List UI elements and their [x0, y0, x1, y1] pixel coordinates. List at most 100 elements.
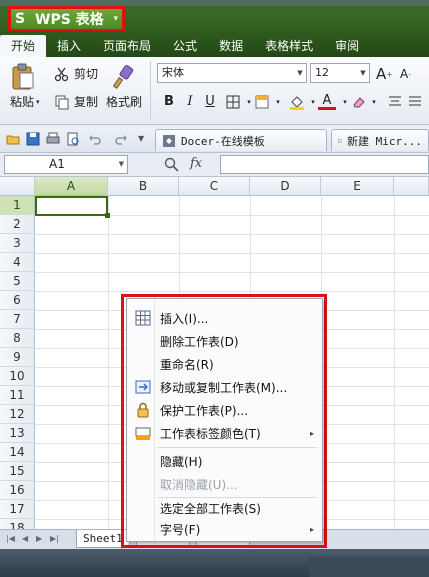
italic-button[interactable]: I — [181, 93, 199, 111]
tab-home[interactable]: 开始 — [0, 35, 47, 57]
column-header-a[interactable]: A — [35, 177, 108, 196]
quick-toolbar-dropdown-icon[interactable]: ▼ — [138, 134, 144, 143]
next-sheet-button[interactable]: ▶ — [36, 534, 42, 543]
column-header-next[interactable] — [394, 177, 429, 196]
row-header[interactable]: 18 — [0, 519, 35, 529]
docer-icon — [163, 134, 175, 147]
submenu-arrow-icon: ▸ — [309, 524, 314, 534]
open-folder-icon[interactable] — [6, 132, 20, 146]
row-header[interactable]: 3 — [0, 234, 35, 253]
menu-item-tab-color[interactable]: 工作表标签颜色(T) ▸ — [127, 422, 322, 444]
name-box[interactable]: A1 ▼ — [4, 155, 128, 174]
tab-formulas[interactable]: 公式 — [162, 35, 208, 57]
ribbon-separator — [150, 61, 151, 119]
tab-data[interactable]: 数据 — [208, 35, 254, 57]
clear-format-dropdown-icon[interactable]: ▾ — [365, 93, 383, 111]
row-header[interactable]: 7 — [0, 310, 35, 329]
row-header[interactable]: 1 — [0, 196, 35, 215]
paste-label-button[interactable]: 粘贴 ▾ — [10, 93, 40, 110]
menu-item-label: 字号(F) — [160, 522, 201, 537]
font-size-select[interactable]: 12 ▼ — [310, 63, 370, 83]
menu-item-label: 工作表标签颜色(T) — [160, 426, 261, 441]
cut-button[interactable]: 剪切 — [54, 65, 98, 82]
grid-line — [394, 196, 395, 529]
row-header[interactable]: 9 — [0, 348, 35, 367]
last-sheet-button[interactable]: ▶| — [50, 534, 59, 543]
cut-label: 剪切 — [74, 67, 99, 81]
font-name-select[interactable]: 宋体 ▼ — [157, 63, 307, 83]
doc-tab-new-workbook[interactable]: x 新建 Micr... — [331, 129, 429, 151]
tab-color-icon — [135, 427, 151, 440]
status-bar — [0, 549, 429, 577]
row-header[interactable]: 6 — [0, 291, 35, 310]
row-header[interactable]: 16 — [0, 481, 35, 500]
doc-tab-docer[interactable]: Docer-在线模板 — [155, 129, 327, 151]
row-header[interactable]: 4 — [0, 253, 35, 272]
paintbrush-icon — [112, 65, 134, 89]
quick-access-toolbar: ▼ Docer-在线模板 x 新建 Micr... — [0, 127, 429, 153]
format-painter-icon-button[interactable] — [110, 63, 140, 91]
insert-function-button[interactable]: fx — [190, 156, 202, 171]
first-sheet-button[interactable]: |◀ — [6, 534, 15, 543]
zoom-magnifier-icon[interactable] — [164, 157, 180, 173]
copy-button[interactable]: 复制 — [54, 93, 98, 110]
format-painter-label: 格式刷 — [106, 95, 143, 109]
row-header[interactable]: 12 — [0, 405, 35, 424]
row-header[interactable]: 8 — [0, 329, 35, 348]
clipboard-icon — [12, 63, 34, 90]
save-icon[interactable] — [26, 132, 40, 146]
tab-page-layout[interactable]: 页面布局 — [92, 35, 162, 57]
grow-font-button[interactable]: A + — [376, 65, 393, 83]
align-center-button[interactable] — [406, 93, 424, 111]
print-icon[interactable] — [46, 132, 60, 146]
row-header[interactable]: 13 — [0, 424, 35, 443]
tab-table-style[interactable]: 表格样式 — [254, 35, 324, 57]
menu-item-delete-sheet[interactable]: 删除工作表(D) — [127, 330, 322, 352]
column-header-b[interactable]: B — [108, 177, 179, 196]
row-header[interactable]: 11 — [0, 386, 35, 405]
select-all-corner[interactable] — [0, 177, 35, 196]
bold-button[interactable]: B — [160, 93, 178, 111]
redo-icon[interactable] — [114, 132, 128, 146]
formula-input[interactable] — [220, 155, 429, 174]
row-header[interactable]: 15 — [0, 462, 35, 481]
menu-item-hide[interactable]: 隐藏(H) — [127, 450, 322, 472]
font-color-button[interactable]: A — [318, 93, 336, 110]
column-header-d[interactable]: D — [250, 177, 321, 196]
paste-button[interactable] — [10, 63, 40, 91]
menu-item-insert[interactable]: 插入(I)... — [127, 307, 322, 329]
align-top-button[interactable] — [386, 93, 404, 111]
menu-item-move-copy[interactable]: 移动或复制工作表(M)... — [127, 376, 322, 398]
shrink-font-button[interactable]: A- — [400, 67, 411, 81]
menu-item-font-size[interactable]: 字号(F) ▸ — [127, 518, 322, 540]
row-header[interactable]: 2 — [0, 215, 35, 234]
scissors-icon — [54, 67, 69, 81]
wps-logo-icon: S — [15, 11, 26, 27]
font-size-dropdown-icon: ▼ — [360, 69, 366, 77]
row-header[interactable]: 5 — [0, 272, 35, 291]
prev-sheet-button[interactable]: ◀ — [22, 534, 28, 543]
row-header[interactable]: 14 — [0, 443, 35, 462]
active-cell-a1[interactable] — [35, 196, 110, 218]
underline-button[interactable]: U — [201, 93, 219, 111]
wps-app-menu-button[interactable]: S WPS 表格 ▾ — [8, 6, 125, 32]
row-header[interactable]: 17 — [0, 500, 35, 519]
tab-insert[interactable]: 插入 — [46, 35, 92, 57]
ribbon-tab-bar: 开始 插入 页面布局 公式 数据 表格样式 审阅 — [0, 31, 429, 57]
print-preview-icon[interactable] — [66, 132, 80, 146]
column-header-c[interactable]: C — [179, 177, 250, 196]
menu-item-protect-sheet[interactable]: 保护工作表(P)... — [127, 399, 322, 421]
menu-item-label: 取消隐藏(U)... — [160, 477, 238, 492]
app-name: WPS 表格 — [35, 12, 104, 28]
tab-review[interactable]: 审阅 — [324, 35, 370, 57]
format-painter-button[interactable]: 格式刷 — [106, 93, 142, 110]
cell-style-dropdown-icon[interactable]: ▾ — [269, 93, 287, 111]
font-size-value: 12 — [315, 66, 329, 79]
column-header-e[interactable]: E — [321, 177, 394, 196]
menu-item-select-all-sheets[interactable]: 选定全部工作表(S) — [127, 497, 322, 519]
row-header[interactable]: 10 — [0, 367, 35, 386]
menu-item-label: 插入(I)... — [160, 311, 209, 326]
undo-icon[interactable] — [88, 132, 102, 146]
menu-item-rename[interactable]: 重命名(R) — [127, 353, 322, 375]
copy-icon — [55, 95, 69, 109]
